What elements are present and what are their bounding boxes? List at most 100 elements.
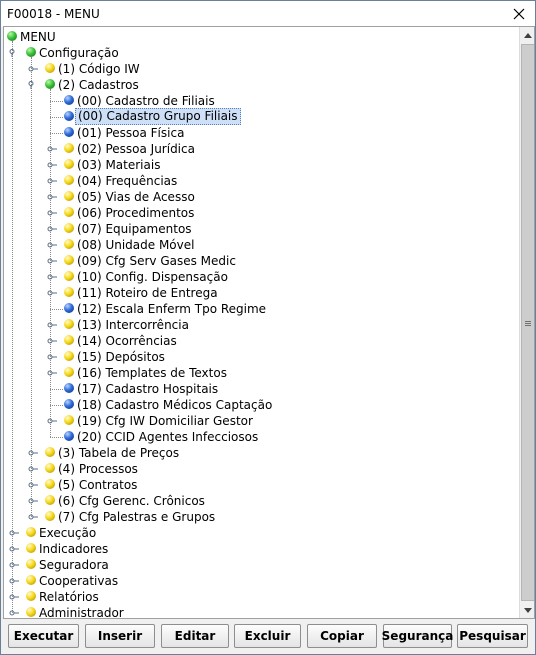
tree-item-seguradora[interactable]: Seguradora <box>4 557 504 573</box>
tree-item-indicadores[interactable]: Indicadores <box>4 541 504 557</box>
collapsed-handle-icon[interactable] <box>47 337 57 345</box>
tree-item-label: (6) Cfg Gerenc. Crônicos <box>58 494 205 508</box>
tree-item-ccid-agentes-infecciosos[interactable]: (20) CCID Agentes Infecciosos <box>4 429 504 445</box>
collapsed-handle-icon[interactable] <box>47 257 57 265</box>
expanded-handle-icon[interactable] <box>28 81 38 89</box>
yellow-orb-icon <box>64 143 74 153</box>
scroll-up-button[interactable] <box>520 27 534 43</box>
tree-item-cfg-serv-gases-medic[interactable]: (09) Cfg Serv Gases Medic <box>4 253 504 269</box>
tree-item-intercorrencia[interactable]: (13) Intercorrência <box>4 317 504 333</box>
tree-item-cooperativas[interactable]: Cooperativas <box>4 573 504 589</box>
inserir-button[interactable]: Inserir <box>85 624 155 648</box>
pesquisar-button[interactable]: Pesquisar <box>457 624 528 648</box>
tree-item-equipamentos[interactable]: (07) Equipamentos <box>4 221 504 237</box>
tree-item-materiais[interactable]: (03) Materiais <box>4 157 504 173</box>
tree-item-depositos[interactable]: (15) Depósitos <box>4 349 504 365</box>
tree-item-cadastro-hospitais[interactable]: (17) Cadastro Hospitais <box>4 381 504 397</box>
tree-item-label: (02) Pessoa Jurídica <box>77 142 195 156</box>
collapsed-handle-icon[interactable] <box>28 65 38 73</box>
tree-item-label: (06) Procedimentos <box>77 206 195 220</box>
excluir-button[interactable]: Excluir <box>234 624 301 648</box>
copiar-button[interactable]: Copiar <box>307 624 377 648</box>
tree-item-config-dispensacao[interactable]: (10) Config. Dispensação <box>4 269 504 285</box>
green-orb-icon <box>26 47 36 57</box>
yellow-orb-icon <box>26 575 36 585</box>
editar-button[interactable]: Editar <box>161 624 229 648</box>
collapsed-handle-icon[interactable] <box>9 577 19 585</box>
tree-item-label: Seguradora <box>39 558 109 572</box>
tree-item-label: (13) Intercorrência <box>77 318 189 332</box>
close-button[interactable] <box>507 3 531 25</box>
collapsed-handle-icon[interactable] <box>9 609 19 617</box>
collapsed-handle-icon[interactable] <box>9 593 19 601</box>
collapsed-handle-icon[interactable] <box>47 353 57 361</box>
collapsed-handle-icon[interactable] <box>9 529 19 537</box>
tree-item-label: (2) Cadastros <box>58 78 139 92</box>
tree-item-cfg-iw-domiciliar-gestor[interactable]: (19) Cfg IW Domiciliar Gestor <box>4 413 504 429</box>
tree-item-contratos[interactable]: (5) Contratos <box>4 477 504 493</box>
tree-item-label: (1) Código IW <box>58 62 140 76</box>
tree-item-cadastros[interactable]: (2) Cadastros <box>4 77 504 93</box>
tree-item-pessoa-juridica[interactable]: (02) Pessoa Jurídica <box>4 141 504 157</box>
tree-item-cfg-gerenc-cronicos[interactable]: (6) Cfg Gerenc. Crônicos <box>4 493 504 509</box>
collapsed-handle-icon[interactable] <box>47 241 57 249</box>
tree-item-ocorrencias[interactable]: (14) Ocorrências <box>4 333 504 349</box>
expanded-handle-icon[interactable] <box>9 49 19 57</box>
tree-item-unidade-movel[interactable]: (08) Unidade Móvel <box>4 237 504 253</box>
collapsed-handle-icon[interactable] <box>47 161 57 169</box>
grip-line <box>525 325 531 326</box>
collapsed-handle-icon[interactable] <box>28 465 38 473</box>
collapsed-handle-icon[interactable] <box>47 417 57 425</box>
collapsed-handle-icon[interactable] <box>28 497 38 505</box>
collapsed-handle-icon[interactable] <box>47 177 57 185</box>
collapsed-handle-icon[interactable] <box>47 209 57 217</box>
scroll-down-button[interactable] <box>520 602 534 618</box>
executar-button[interactable]: Executar <box>8 624 79 648</box>
tree-item-cfg-palestras-e-grupos[interactable]: (7) Cfg Palestras e Grupos <box>4 509 504 525</box>
collapsed-handle-icon[interactable] <box>47 369 57 377</box>
tree-item-roteiro-de-entrega[interactable]: (11) Roteiro de Entrega <box>4 285 504 301</box>
tree-item-administrador[interactable]: Administrador <box>4 605 504 618</box>
tree-item-escala-enferm[interactable]: (12) Escala Enferm Tpo Regime <box>4 301 504 317</box>
tree-item-execucao[interactable]: Execução <box>4 525 504 541</box>
tree-item-relatorios[interactable]: Relatórios <box>4 589 504 605</box>
tree-item-processos[interactable]: (4) Processos <box>4 461 504 477</box>
blue-orb-icon <box>64 383 74 393</box>
tree-item-cadastro-filiais[interactable]: (00) Cadastro de Filiais <box>4 93 504 109</box>
collapsed-handle-icon[interactable] <box>28 449 38 457</box>
tree-item-configuracao[interactable]: Configuração <box>4 45 504 61</box>
tree-item-pessoa-fisica[interactable]: (01) Pessoa Física <box>4 125 504 141</box>
yellow-orb-icon <box>64 175 74 185</box>
yellow-orb-icon <box>64 415 74 425</box>
yellow-orb-icon <box>45 447 55 457</box>
tree-item-templates-de-textos[interactable]: (16) Templates de Textos <box>4 365 504 381</box>
tree-item-codigo-iw[interactable]: (1) Código IW <box>4 61 504 77</box>
vertical-scrollbar[interactable] <box>519 27 534 618</box>
collapsed-handle-icon[interactable] <box>47 273 57 281</box>
tree-item-label: (7) Cfg Palestras e Grupos <box>58 510 216 524</box>
collapsed-handle-icon[interactable] <box>47 289 57 297</box>
arrow-up-icon <box>523 32 532 38</box>
tree-item-procedimentos[interactable]: (06) Procedimentos <box>4 205 504 221</box>
seguranca-button[interactable]: Segurança <box>382 624 453 648</box>
collapsed-handle-icon[interactable] <box>28 513 38 521</box>
tree-item-frequencias[interactable]: (04) Frequências <box>4 173 504 189</box>
scroll-thumb[interactable] <box>521 44 534 601</box>
tree-item-cadastro-grupo-filiais[interactable]: (00) Cadastro Grupo Filiais <box>4 108 504 125</box>
yellow-orb-icon <box>45 63 55 73</box>
tree-root-menu[interactable]: MENU <box>4 29 204 45</box>
collapsed-handle-icon[interactable] <box>28 481 38 489</box>
tree-item-label: (11) Roteiro de Entrega <box>77 286 218 300</box>
collapsed-handle-icon[interactable] <box>9 545 19 553</box>
yellow-orb-icon <box>64 207 74 217</box>
collapsed-handle-icon[interactable] <box>47 145 57 153</box>
menu-tree[interactable]: MENU Configuração (1) Código IW (2) Cadast… <box>4 27 519 618</box>
collapsed-handle-icon[interactable] <box>9 561 19 569</box>
tree-item-cadastro-medicos-captacao[interactable]: (18) Cadastro Médicos Captação <box>4 397 504 413</box>
collapsed-handle-icon[interactable] <box>47 225 57 233</box>
tree-item-vias-de-acesso[interactable]: (05) Vias de Acesso <box>4 189 504 205</box>
yellow-orb-icon <box>45 511 55 521</box>
collapsed-handle-icon[interactable] <box>47 193 57 201</box>
tree-item-tabela-de-precos[interactable]: (3) Tabela de Preços <box>4 445 504 461</box>
collapsed-handle-icon[interactable] <box>47 321 57 329</box>
